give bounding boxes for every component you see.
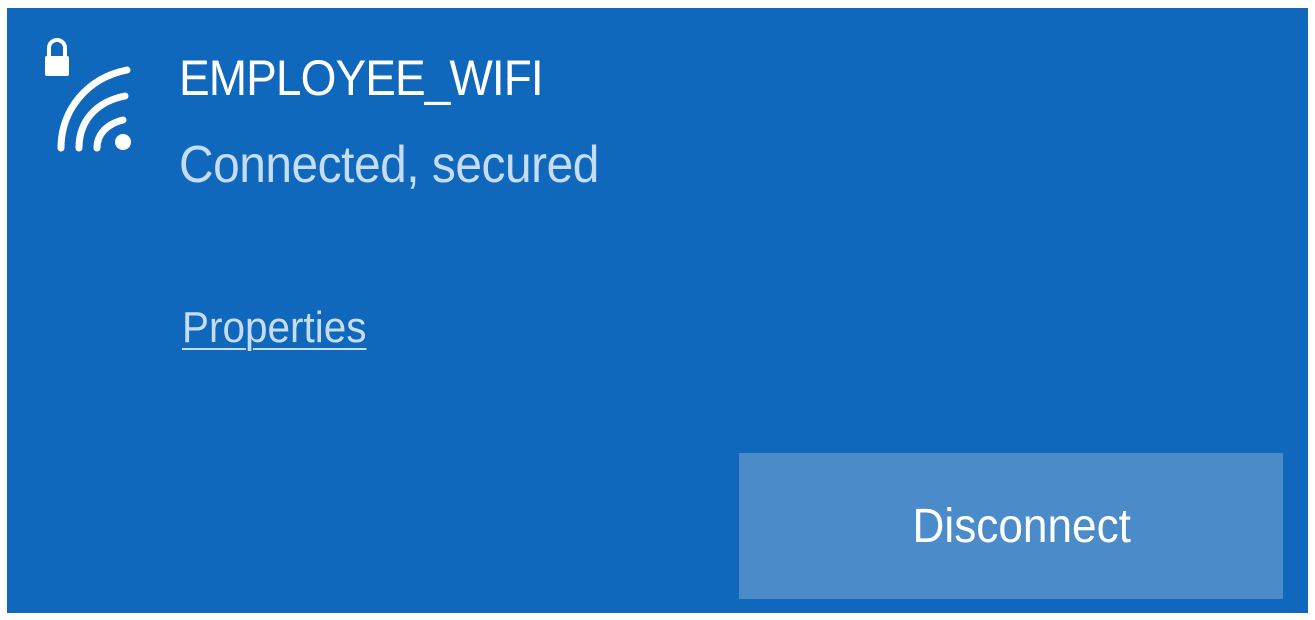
- disconnect-button[interactable]: Disconnect: [739, 453, 1283, 599]
- properties-link[interactable]: Properties: [182, 300, 367, 356]
- disconnect-button-label: Disconnect: [912, 499, 1132, 553]
- connection-status: Connected, secured: [179, 136, 599, 194]
- network-name: EMPLOYEE_WIFI: [179, 50, 544, 106]
- wifi-secured-icon: [45, 38, 131, 152]
- network-flyout-item[interactable]: EMPLOYEE_WIFI Connected, secured Propert…: [7, 8, 1308, 613]
- lock-icon: [45, 38, 69, 76]
